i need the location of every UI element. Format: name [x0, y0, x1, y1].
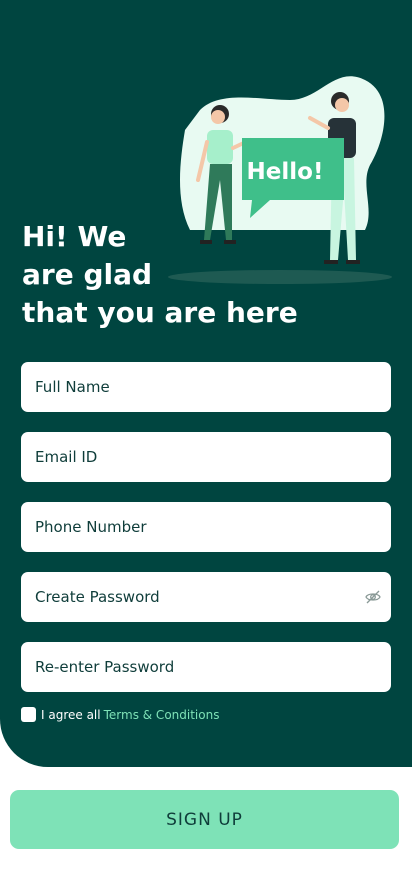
email-field[interactable]: [21, 431, 391, 483]
reenter-password-field[interactable]: [21, 641, 391, 693]
phone-input[interactable]: [33, 501, 391, 553]
full-name-field[interactable]: [21, 361, 391, 413]
heading-line-3: that you are here: [22, 296, 298, 329]
terms-link[interactable]: Terms & Conditions: [104, 708, 220, 722]
signup-button[interactable]: SIGN UP: [10, 790, 399, 849]
full-name-input[interactable]: [33, 361, 391, 413]
welcome-heading: Hi! We are glad that you are here: [22, 218, 298, 332]
bubble-text: Hello!: [247, 159, 324, 185]
eye-slash-icon[interactable]: [365, 589, 381, 605]
terms-agreement: I agree all Terms & Conditions: [21, 707, 219, 722]
agree-label: I agree all: [41, 707, 101, 722]
heading-line-2: are glad: [22, 258, 153, 291]
reenter-password-input[interactable]: [33, 641, 391, 693]
create-password-field[interactable]: [21, 571, 391, 623]
phone-field[interactable]: [21, 501, 391, 553]
create-password-input[interactable]: [33, 571, 391, 623]
agree-checkbox[interactable]: [21, 707, 36, 722]
heading-line-1: Hi! We: [22, 220, 127, 253]
email-input[interactable]: [33, 431, 391, 483]
signup-panel: Hello! Hi! We are glad that you are here…: [0, 0, 412, 767]
